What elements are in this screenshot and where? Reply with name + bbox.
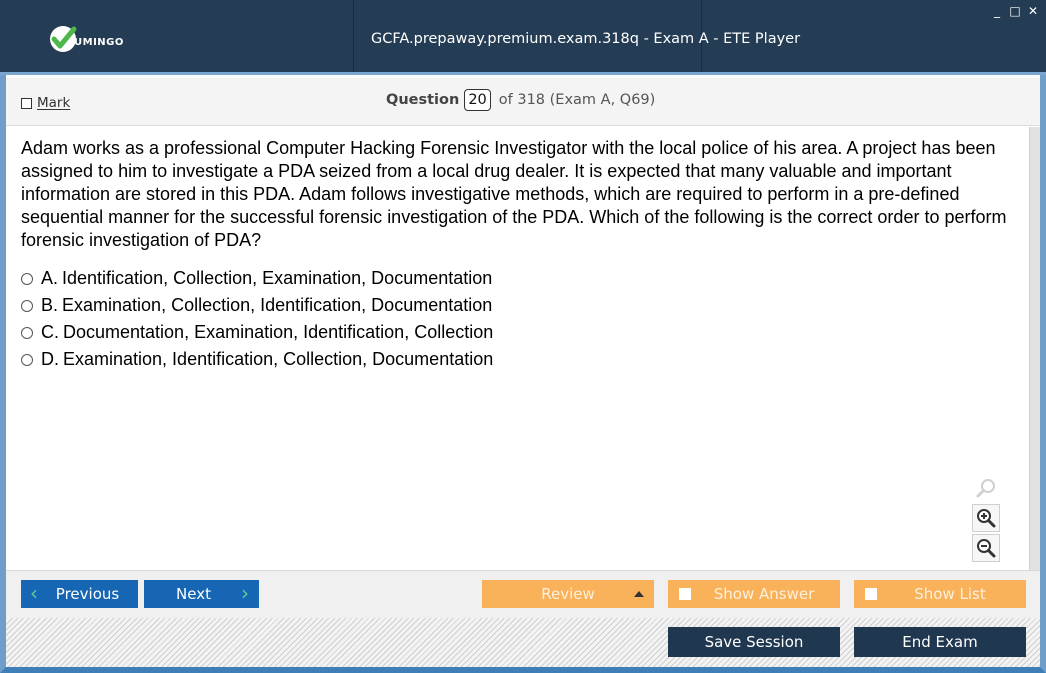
question-header: Mark Question 20 of 318 (Exam A, Q69): [6, 78, 1040, 126]
title-divider: [353, 0, 354, 72]
question-text: Adam works as a professional Computer Ha…: [21, 138, 1007, 250]
answer-letter: C.: [41, 322, 59, 342]
minimize-icon[interactable]: _: [990, 4, 1004, 18]
close-icon[interactable]: ✕: [1026, 4, 1040, 18]
answer-letter: D.: [41, 349, 59, 369]
caret-up-icon: [634, 591, 644, 597]
show-answer-button[interactable]: Show Answer: [668, 580, 840, 608]
question-number-input[interactable]: 20: [464, 89, 491, 111]
maximize-icon[interactable]: □: [1008, 4, 1022, 18]
title-bar: UMINGO GCFA.prepaway.premium.exam.318q -…: [0, 0, 1046, 75]
zoom-controls: [972, 474, 1000, 564]
mark-label: Mark: [37, 95, 71, 111]
answer-text: Identification, Collection, Examination,…: [62, 268, 493, 288]
search-icon: [972, 474, 1000, 502]
show-list-label: Show List: [914, 585, 986, 603]
radio-button[interactable]: [21, 326, 33, 339]
next-label: Next: [176, 585, 211, 603]
zoom-in-icon[interactable]: [972, 504, 1000, 532]
answer-letter: B.: [41, 295, 59, 315]
answer-text: Examination, Identification, Collection,…: [63, 349, 494, 369]
answer-option-b[interactable]: B. Examination, Collection, Identificati…: [21, 292, 493, 319]
zoom-out-icon[interactable]: [972, 534, 1000, 562]
radio-button[interactable]: [21, 353, 33, 366]
question-content: Adam works as a professional Computer Ha…: [6, 127, 1030, 570]
answer-option-c[interactable]: C. Documentation, Examination, Identific…: [21, 319, 493, 346]
radio-button[interactable]: [21, 272, 33, 285]
save-session-button[interactable]: Save Session: [668, 627, 840, 657]
checkbox-icon: [865, 588, 877, 600]
logo-text: UMINGO: [74, 36, 124, 48]
show-list-button[interactable]: Show List: [854, 580, 1026, 608]
next-button[interactable]: Next ›: [144, 580, 259, 608]
answer-option-a[interactable]: A. Identification, Collection, Examinati…: [21, 265, 493, 292]
question-counter: Question 20 of 318 (Exam A, Q69): [386, 89, 655, 111]
end-exam-button[interactable]: End Exam: [854, 627, 1026, 657]
answer-text: Documentation, Examination, Identificati…: [63, 322, 494, 342]
chevron-right-icon: ›: [241, 581, 249, 605]
answer-list: A. Identification, Collection, Examinati…: [21, 265, 493, 373]
mark-checkbox[interactable]: Mark: [21, 95, 70, 111]
review-button[interactable]: Review: [482, 580, 654, 608]
end-exam-label: End Exam: [902, 633, 978, 651]
answer-letter: A.: [41, 268, 59, 288]
window-controls: _ □ ✕: [990, 4, 1040, 18]
review-label: Review: [541, 585, 595, 603]
checkbox-icon[interactable]: [21, 97, 32, 109]
answer-option-d[interactable]: D. Examination, Identification, Collecti…: [21, 346, 493, 373]
window-title: GCFA.prepaway.premium.exam.318q - Exam A…: [371, 31, 801, 47]
question-total: of 318 (Exam A, Q69): [498, 92, 656, 108]
vertical-scrollbar[interactable]: [1029, 127, 1040, 570]
question-label: Question: [386, 92, 460, 108]
previous-label: Previous: [55, 585, 120, 603]
chevron-left-icon: ‹: [30, 581, 38, 605]
save-session-label: Save Session: [704, 633, 804, 651]
answer-text: Examination, Collection, Identification,…: [62, 295, 493, 315]
show-answer-label: Show Answer: [713, 585, 815, 603]
umingo-logo: UMINGO: [48, 24, 124, 54]
checkbox-icon: [679, 588, 691, 600]
previous-button[interactable]: ‹ Previous: [21, 580, 138, 608]
radio-button[interactable]: [21, 299, 33, 312]
